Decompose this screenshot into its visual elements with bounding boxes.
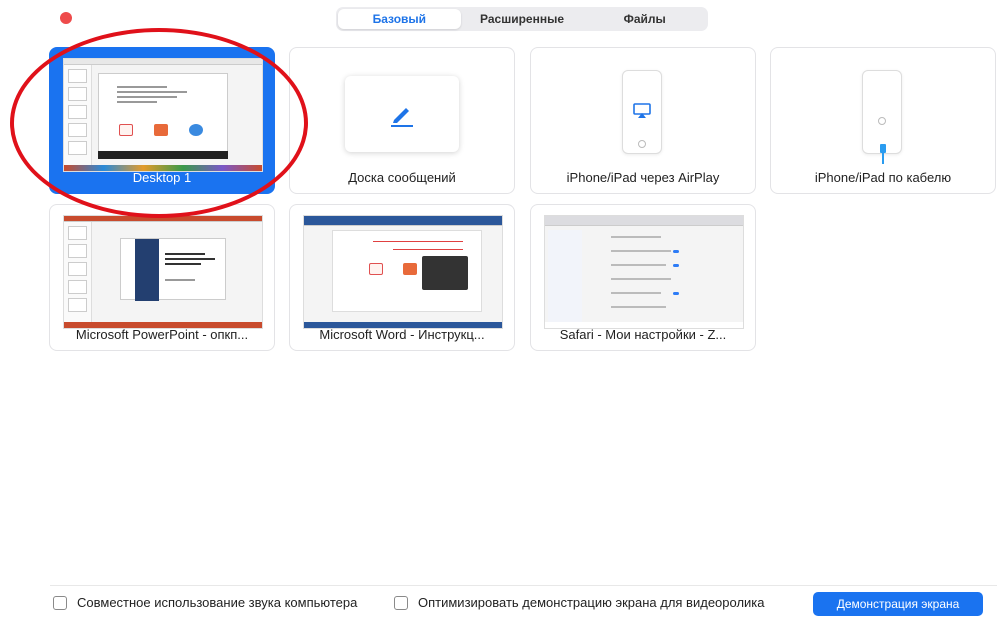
desktop-thumbnail bbox=[63, 58, 263, 172]
pencil-icon bbox=[393, 108, 409, 123]
share-audio-label: Совместное использование звука компьютер… bbox=[77, 595, 358, 610]
phone-illustration bbox=[862, 70, 902, 154]
share-audio-checkbox[interactable] bbox=[53, 595, 67, 610]
source-label: Доска сообщений bbox=[348, 170, 456, 185]
footer-divider bbox=[50, 585, 997, 586]
powerpoint-thumbnail bbox=[63, 215, 263, 329]
optimize-video-option[interactable]: Оптимизировать демонстрацию экрана для в… bbox=[394, 595, 765, 610]
source-label: Microsoft Word - Инструкц... bbox=[319, 327, 485, 342]
source-word[interactable]: Microsoft Word - Инструкц... bbox=[289, 204, 515, 351]
tab-basic[interactable]: Базовый bbox=[338, 9, 461, 29]
share-audio-option[interactable]: Совместное использование звука компьютер… bbox=[53, 595, 357, 610]
phone-illustration bbox=[622, 70, 662, 154]
whiteboard-card bbox=[345, 76, 459, 152]
source-label: iPhone/iPad по кабелю bbox=[814, 170, 952, 185]
source-powerpoint[interactable]: Microsoft PowerPoint - опкп... bbox=[49, 204, 275, 351]
optimize-video-label: Оптимизировать демонстрацию экрана для в… bbox=[418, 595, 765, 610]
cable-icon bbox=[880, 144, 886, 164]
airplay-icon bbox=[633, 103, 651, 118]
source-label: Safari - Мои настройки - Z... bbox=[559, 327, 727, 342]
source-safari[interactable]: Safari - Мои настройки - Z... bbox=[530, 204, 756, 351]
source-label: Microsoft PowerPoint - опкп... bbox=[75, 327, 249, 342]
word-thumbnail bbox=[303, 215, 503, 329]
tab-files[interactable]: Файлы bbox=[583, 9, 706, 29]
source-label: Desktop 1 bbox=[132, 170, 192, 185]
safari-thumbnail bbox=[544, 215, 744, 329]
share-screen-button[interactable]: Демонстрация экрана bbox=[813, 592, 983, 616]
share-tabs: Базовый Расширенные Файлы bbox=[336, 7, 708, 31]
source-desktop-1[interactable]: Desktop 1 bbox=[49, 47, 275, 194]
close-window-button[interactable] bbox=[60, 12, 72, 24]
source-whiteboard[interactable]: Доска сообщений bbox=[289, 47, 515, 194]
optimize-video-checkbox[interactable] bbox=[394, 595, 408, 610]
source-cable[interactable]: iPhone/iPad по кабелю bbox=[770, 47, 996, 194]
source-label: iPhone/iPad через AirPlay bbox=[566, 170, 720, 185]
tab-advanced[interactable]: Расширенные bbox=[461, 9, 584, 29]
source-airplay[interactable]: iPhone/iPad через AirPlay bbox=[530, 47, 756, 194]
